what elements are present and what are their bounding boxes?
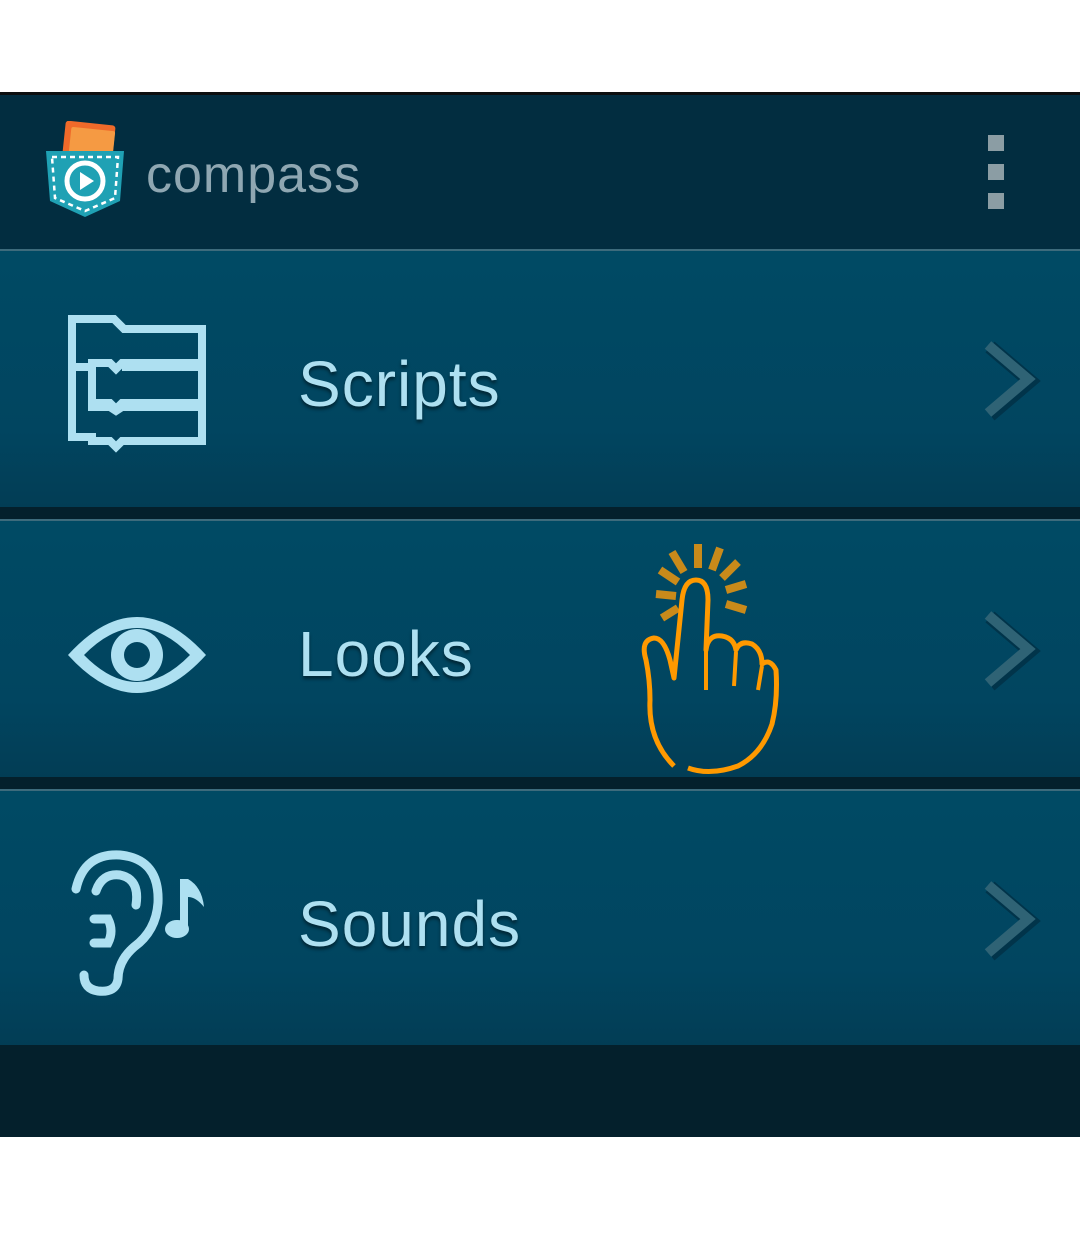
menu-item-sounds[interactable]: Sounds [0, 789, 1080, 1045]
chevron-right-icon [984, 881, 1041, 961]
menu-item-scripts[interactable]: Scripts [0, 249, 1080, 507]
eye-icon [68, 617, 206, 693]
menu-item-label: Scripts [298, 348, 501, 420]
menu-item-label: Looks [298, 618, 474, 690]
menu-item-label: Sounds [298, 888, 522, 960]
app-title: compass [146, 146, 362, 204]
pocket-code-logo-icon[interactable] [40, 121, 130, 221]
menu-item-looks[interactable]: Looks [0, 519, 1080, 777]
app-screen: compass Scripts Looks Sounds [0, 92, 1080, 1137]
scripts-icon [68, 315, 206, 453]
chevron-right-icon [984, 341, 1041, 421]
overflow-menu-icon[interactable] [972, 135, 1020, 209]
ear-music-icon [71, 850, 204, 996]
chevron-right-icon [984, 611, 1041, 691]
